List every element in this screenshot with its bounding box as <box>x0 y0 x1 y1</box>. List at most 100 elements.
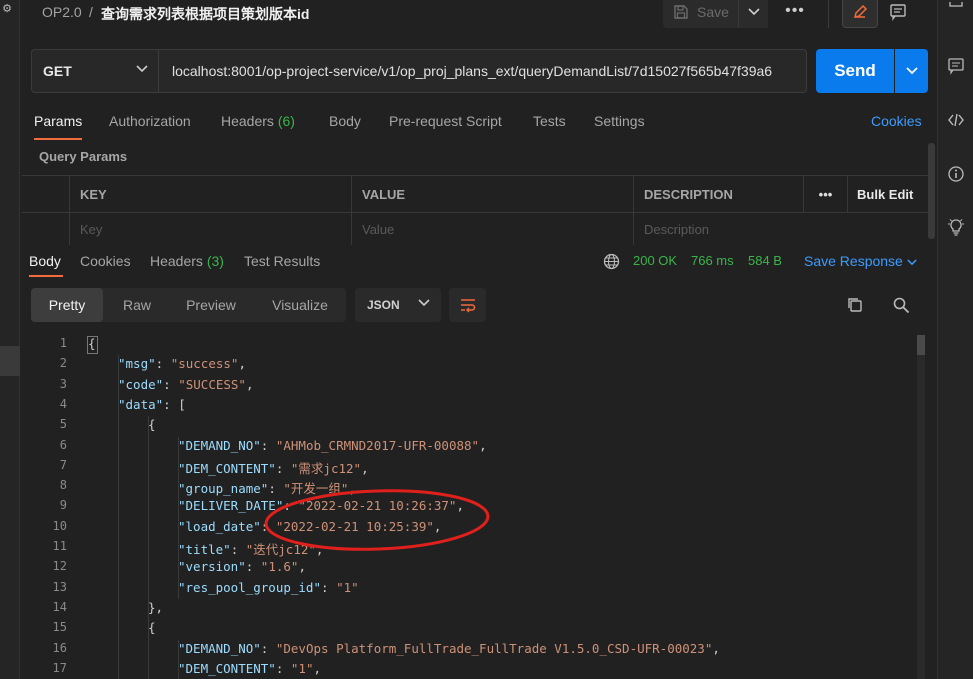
line-number: 14 <box>52 599 67 614</box>
wrap-lines-button[interactable] <box>449 288 486 322</box>
response-time[interactable]: 766 ms <box>691 253 734 268</box>
code-line: 12 "version": "1.6", <box>20 556 910 576</box>
search-icon[interactable] <box>892 296 910 314</box>
code-line: 16 "DEMAND_NO": "DevOps Platform_FullTrad… <box>20 638 910 658</box>
tab-tests[interactable]: Tests <box>533 113 566 129</box>
editor-scrollbar-thumb[interactable] <box>917 335 925 355</box>
code-text: "version": "1.6", <box>178 559 306 575</box>
column-options-button[interactable]: ••• <box>804 176 848 213</box>
line-number: 17 <box>52 660 67 675</box>
line-number: 15 <box>52 620 67 635</box>
comments-icon[interactable] <box>946 56 966 76</box>
tab-response-body[interactable]: Body <box>29 253 61 269</box>
tab-test-results[interactable]: Test Results <box>244 253 320 269</box>
sidebar-selected-item[interactable] <box>0 346 20 376</box>
breadcrumb-workspace[interactable]: OP2.0 <box>42 4 82 20</box>
line-number: 3 <box>59 376 67 391</box>
response-headers-count: (3) <box>206 253 224 269</box>
headers-count: (6) <box>277 113 295 129</box>
request-header: OP2.0 / 查询需求列表根据项目策划版本id Save ••• <box>20 0 937 28</box>
tab-response-headers[interactable]: Headers (3) <box>150 253 224 269</box>
column-value: VALUE <box>352 176 634 213</box>
view-mode-group: Pretty Raw Preview Visualize <box>31 288 346 322</box>
annotation-ellipse <box>264 489 490 551</box>
more-actions-button[interactable]: ••• <box>782 2 808 20</box>
save-response-button[interactable]: Save Response <box>804 253 917 269</box>
code-text: { <box>148 417 156 433</box>
response-size[interactable]: 584 B <box>748 253 782 268</box>
indent-guide <box>118 355 119 679</box>
tab-body[interactable]: Body <box>329 113 361 129</box>
send-dropdown-button[interactable] <box>895 49 928 93</box>
info-icon[interactable] <box>946 164 966 184</box>
line-number: 16 <box>52 640 67 655</box>
line-number: 8 <box>59 478 67 493</box>
globe-icon[interactable] <box>603 253 620 270</box>
view-preview-button[interactable]: Preview <box>176 288 246 322</box>
value-input[interactable]: Value <box>352 213 634 245</box>
tab-response-cookies[interactable]: Cookies <box>80 253 131 269</box>
code-text: "msg": "success", <box>118 356 246 372</box>
save-button[interactable]: Save <box>663 0 745 28</box>
lightbulb-icon[interactable] <box>946 217 966 237</box>
tab-pre-request-script[interactable]: Pre-request Script <box>389 113 502 129</box>
chevron-down-icon <box>136 65 148 73</box>
view-raw-button[interactable]: Raw <box>113 288 161 322</box>
sidebar-settings-icon[interactable]: ⚙ <box>0 2 14 15</box>
code-line: 14}, <box>20 597 910 617</box>
table-row: Key Value Description <box>22 213 928 245</box>
right-sidebar-strip <box>937 0 973 679</box>
edit-button[interactable] <box>842 0 878 28</box>
rs-partial-icon[interactable] <box>946 1 966 21</box>
bulk-edit-button[interactable]: Bulk Edit <box>848 176 928 213</box>
url-input[interactable]: localhost:8001/op-project-service/v1/op_… <box>159 49 807 93</box>
line-number: 9 <box>59 498 67 513</box>
code-line: 17 "DEM_CONTENT": "1", <box>20 658 910 678</box>
editor-scrollbar[interactable] <box>917 335 925 679</box>
code-line: 3 "code": "SUCCESS", <box>20 374 910 394</box>
params-scrollbar[interactable] <box>928 143 935 239</box>
save-dropdown-button[interactable] <box>738 0 768 28</box>
save-icon <box>674 5 688 19</box>
query-params-title: Query Params <box>39 149 128 164</box>
line-number: 12 <box>52 559 67 574</box>
response-tabs: Body Cookies Headers (3) Test Results 20… <box>20 248 937 277</box>
tab-settings[interactable]: Settings <box>594 113 645 129</box>
request-title[interactable]: 查询需求列表根据项目策划版本id <box>101 4 309 24</box>
code-text: "code": "SUCCESS", <box>118 376 254 392</box>
code-text: "data": [ <box>118 396 186 412</box>
description-input[interactable]: Description <box>634 213 928 245</box>
copy-icon[interactable] <box>846 296 864 314</box>
pencil-icon <box>853 4 868 19</box>
view-visualize-button[interactable]: Visualize <box>261 288 339 322</box>
tab-headers[interactable]: Headers (6) <box>221 113 295 129</box>
wrap-lines-icon <box>460 299 475 313</box>
active-tab-indicator <box>29 275 63 277</box>
table-handle-cell <box>22 176 70 213</box>
format-select[interactable]: JSON <box>355 288 441 322</box>
code-line: 5{ <box>20 414 910 434</box>
code-text: "DEMAND_NO": "DevOps Platform_FullTrade_… <box>178 640 720 656</box>
key-input[interactable]: Key <box>70 213 352 245</box>
documentation-button[interactable] <box>880 0 916 28</box>
chevron-down-icon <box>418 299 430 307</box>
method-value: GET <box>43 63 72 79</box>
send-button[interactable]: Send <box>816 49 894 93</box>
view-pretty-button[interactable]: Pretty <box>31 288 103 322</box>
code-snippet-icon[interactable] <box>946 110 966 130</box>
code-text: }, <box>148 599 164 615</box>
format-value: JSON <box>367 298 400 312</box>
chevron-down-icon <box>905 67 918 75</box>
method-select[interactable]: GET <box>31 49 159 93</box>
status-code[interactable]: 200 OK <box>633 253 677 268</box>
breadcrumb-separator: / <box>89 4 93 20</box>
line-number: 1 <box>59 336 67 350</box>
code-text: { <box>88 336 96 351</box>
request-tabs: Params Authorization Headers (6) Body Pr… <box>20 108 937 140</box>
left-sidebar-strip: ⚙ <box>0 0 20 679</box>
tab-authorization[interactable]: Authorization <box>109 113 191 129</box>
tab-params[interactable]: Params <box>34 113 82 129</box>
line-number: 4 <box>59 396 67 411</box>
code-line: 13 "res_pool_group_id": "1" <box>20 577 910 597</box>
cookies-link[interactable]: Cookies <box>871 113 922 129</box>
